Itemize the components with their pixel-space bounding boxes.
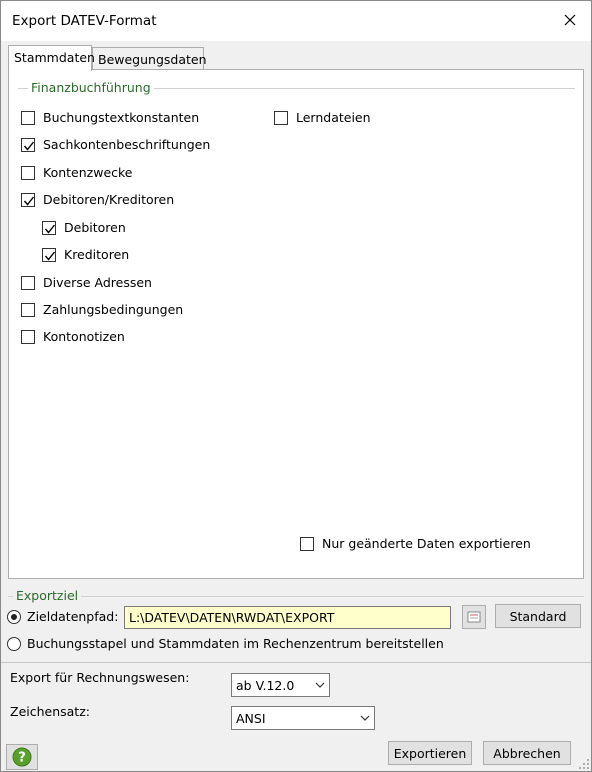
- checkbox-box[interactable]: [21, 110, 35, 125]
- zeichensatz-select[interactable]: ANSI: [231, 706, 375, 730]
- section-divider: [1, 662, 591, 663]
- checkbox-label: Nur geänderte Daten exportieren: [322, 536, 531, 551]
- chevron-down-icon: [360, 715, 370, 721]
- help-button[interactable]: ?: [6, 744, 38, 770]
- checkbox-label: Kontonotizen: [43, 329, 125, 344]
- export-rechnungswesen-select[interactable]: ab V.12.0: [231, 673, 330, 697]
- checkbox-label: Kreditoren: [64, 247, 130, 262]
- zieldatenpfad-value: L:\DATEV\DATEN\RWDAT\EXPORT: [129, 610, 335, 625]
- checkbox-label: Lerndateien: [296, 110, 371, 125]
- checkmark-icon: [44, 224, 56, 234]
- close-icon[interactable]: [557, 7, 583, 33]
- checkbox-box[interactable]: [300, 536, 314, 551]
- checkbox-kontenzwecke[interactable]: Kontenzwecke: [21, 165, 133, 180]
- exportieren-button[interactable]: Exportieren: [388, 741, 472, 765]
- checkbox-box-checked[interactable]: [21, 192, 35, 207]
- checkbox-label: Buchungstextkonstanten: [43, 110, 200, 125]
- resize-grip-icon[interactable]: [577, 757, 591, 771]
- radio-label: Buchungsstapel und Stammdaten im Rechenz…: [27, 636, 444, 651]
- checkbox-box[interactable]: [21, 329, 35, 344]
- checkbox-nur-geaenderte-daten[interactable]: Nur geänderte Daten exportieren: [300, 536, 531, 551]
- checkmark-icon: [23, 196, 35, 206]
- window-title: Export DATEV-Format: [12, 13, 157, 29]
- checkbox-box[interactable]: [21, 302, 35, 317]
- group-divider: [8, 596, 584, 597]
- checkbox-label: Diverse Adressen: [43, 275, 152, 290]
- export-rechnungswesen-value: ab V.12.0: [236, 677, 295, 693]
- checkbox-kreditoren[interactable]: Kreditoren: [42, 247, 129, 262]
- checkbox-kontonotizen[interactable]: Kontonotizen: [21, 329, 125, 344]
- group-title-finanzbuchfuehrung: Finanzbuchführung: [28, 80, 154, 95]
- svg-text:?: ?: [18, 751, 26, 766]
- checkbox-label: Debitoren/Kreditoren: [43, 192, 175, 207]
- checkbox-box-checked[interactable]: [21, 137, 35, 152]
- checkbox-box[interactable]: [274, 110, 288, 125]
- checkbox-label: Debitoren: [64, 220, 126, 235]
- chevron-down-icon: [315, 682, 325, 688]
- checkbox-diverse-adressen[interactable]: Diverse Adressen: [21, 275, 152, 290]
- exportieren-button-label: Exportieren: [393, 745, 467, 761]
- checkbox-buchungstextkonstanten[interactable]: Buchungstextkonstanten: [21, 110, 199, 125]
- checkbox-label: Zahlungsbedingungen: [43, 302, 184, 317]
- zeichensatz-value: ANSI: [236, 710, 266, 726]
- export-datev-dialog: Export DATEV-Format Stammdaten Bewegungs…: [0, 0, 592, 772]
- checkbox-label: Kontenzwecke: [43, 165, 133, 180]
- standard-button-label: Standard: [509, 608, 567, 624]
- checkbox-sachkontenbeschriftungen[interactable]: Sachkontenbeschriftungen: [21, 137, 210, 152]
- checkbox-box[interactable]: [21, 165, 35, 180]
- tab-bewegungsdaten[interactable]: Bewegungsdaten: [92, 47, 207, 70]
- standard-button[interactable]: Standard: [495, 604, 581, 628]
- title-bar: Export DATEV-Format: [1, 1, 591, 41]
- zieldatenpfad-input[interactable]: L:\DATEV\DATEN\RWDAT\EXPORT: [124, 606, 451, 629]
- checkbox-lerndateien[interactable]: Lerndateien: [274, 110, 371, 125]
- checkbox-box-checked[interactable]: [42, 247, 56, 262]
- checkbox-label: Sachkontenbeschriftungen: [43, 137, 211, 152]
- group-title-exportziel: Exportziel: [13, 588, 82, 603]
- checkbox-box-checked[interactable]: [42, 220, 56, 235]
- checkbox-box[interactable]: [21, 275, 35, 290]
- tab-bewegungsdaten-label: Bewegungsdaten: [98, 52, 207, 67]
- tab-stammdaten[interactable]: Stammdaten: [8, 45, 95, 71]
- abbrechen-button[interactable]: Abbrechen: [483, 741, 571, 765]
- checkmark-icon: [44, 251, 56, 261]
- checkmark-icon: [23, 141, 35, 151]
- checkbox-zahlungsbedingungen[interactable]: Zahlungsbedingungen: [21, 302, 183, 317]
- checkbox-debitoren-kreditoren[interactable]: Debitoren/Kreditoren: [21, 192, 174, 207]
- abbrechen-button-label: Abbrechen: [493, 745, 561, 761]
- radio-button[interactable]: [7, 636, 21, 651]
- radio-rechenzentrum[interactable]: Buchungsstapel und Stammdaten im Rechenz…: [7, 636, 444, 651]
- tab-stammdaten-label: Stammdaten: [14, 50, 95, 65]
- zeichensatz-label: Zeichensatz:: [10, 704, 90, 719]
- radio-button-selected[interactable]: [7, 609, 21, 624]
- checkbox-debitoren[interactable]: Debitoren: [42, 220, 126, 235]
- folder-browse-icon[interactable]: [462, 605, 486, 629]
- export-rechnungswesen-label: Export für Rechnungswesen:: [10, 670, 190, 685]
- help-icon: ?: [12, 747, 32, 767]
- radio-zieldatenpfad[interactable]: Zieldatenpfad:: [7, 609, 118, 624]
- radio-label: Zieldatenpfad:: [27, 609, 119, 624]
